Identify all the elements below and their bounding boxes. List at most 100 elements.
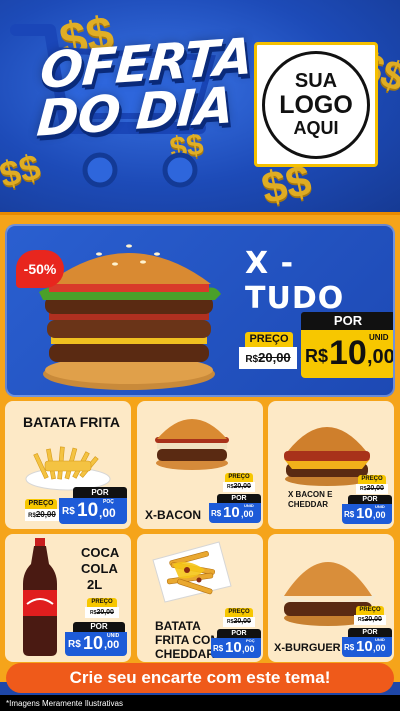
logo-text-line2: LOGO xyxy=(279,91,353,120)
unit-label: POÇ xyxy=(246,638,255,643)
new-price: R$ 10 ,00 UNID xyxy=(209,503,261,523)
logo-placeholder: SUA LOGO AQUI xyxy=(254,42,378,167)
old-price-value: 20,00 xyxy=(366,485,384,492)
preco-label: PREÇO xyxy=(356,606,384,615)
featured-price-box: PREÇO R$20,00 POR R$ 10 ,00 UNID xyxy=(239,312,395,382)
unit-label: UNID xyxy=(107,633,120,639)
old-price-value: 20,00 xyxy=(258,350,291,365)
old-price: R$20,00 xyxy=(354,615,386,625)
product-name: X-BURGUER xyxy=(274,642,341,654)
logo-text-line1: SUA xyxy=(294,70,338,93)
page-title: OFERTA DO DIA xyxy=(34,27,254,148)
product-name: BATATA FRITA xyxy=(23,414,120,430)
por-label: POR xyxy=(301,312,393,330)
preco-label: PREÇO xyxy=(358,475,386,484)
old-price: R$20,00 xyxy=(85,607,119,618)
featured-product-card: -50% X - TUDO PREÇO R$20,00 POR R$ 10 ,0… xyxy=(5,224,395,397)
por-label: POR xyxy=(73,622,125,632)
old-price: R$20,00 xyxy=(223,617,255,627)
logo-text-line3: AQUI xyxy=(293,117,339,138)
old-price-value: 20,00 xyxy=(233,483,251,490)
fries-cheddar-image xyxy=(152,541,232,603)
por-label: POR xyxy=(348,495,392,504)
old-price: R$20,00 xyxy=(223,482,255,492)
old-price-currency: R$ xyxy=(28,513,36,519)
price-box: PREÇO R$20,00 POR R$ 10 ,00 UNID xyxy=(207,471,263,527)
burger-image xyxy=(155,419,229,470)
new-price-int: 10 xyxy=(356,505,373,522)
product-name-line2: COLA xyxy=(81,561,118,576)
title-line-do-dia: DO DIA xyxy=(34,75,235,148)
preco-label: PREÇO xyxy=(87,598,117,607)
old-price-value: 20,00 xyxy=(35,510,56,519)
logo-circle: SUA LOGO AQUI xyxy=(262,50,370,159)
new-price: R$ 10 ,00 POÇ xyxy=(59,498,127,524)
old-price-currency: R$ xyxy=(245,354,259,365)
unit-label: UNID xyxy=(369,333,389,342)
preco-label: PREÇO xyxy=(225,473,253,482)
unit-label: UNID xyxy=(375,504,385,509)
new-price-dec: ,00 xyxy=(241,509,254,519)
new-price-dec: ,00 xyxy=(373,510,386,520)
old-price-value: 20,00 xyxy=(96,609,114,616)
unit-label: UNID xyxy=(244,503,254,508)
preco-label: PREÇO xyxy=(245,332,293,347)
old-price: R$20,00 xyxy=(239,347,297,369)
preco-label: PREÇO xyxy=(225,608,253,617)
old-price-value: 20,00 xyxy=(233,618,251,625)
old-price: R$20,00 xyxy=(356,484,388,494)
soda-bottle-image xyxy=(23,538,57,656)
product-card-x-bacon: X-BACON PREÇO R$20,00 POR R$ 10 ,00 UNID xyxy=(137,401,263,529)
new-price-dec: ,00 xyxy=(367,346,395,368)
new-price-currency: R$ xyxy=(344,510,355,519)
price-box: PREÇO R$20,00 POR R$ 10 ,00 UNID xyxy=(340,604,394,660)
product-card-x-bacon-cheddar: X BACON E CHEDDAR PREÇO R$20,00 POR R$ 1… xyxy=(268,401,394,529)
new-price-currency: R$ xyxy=(211,509,222,518)
por-label: POR xyxy=(73,487,127,498)
new-price-currency: R$ xyxy=(62,506,75,517)
new-price-int: 10 xyxy=(356,638,373,655)
new-price-int: 10 xyxy=(223,504,240,521)
new-price-currency: R$ xyxy=(344,643,355,652)
price-box: PREÇO R$20,00 POR R$ 10 ,00 UNID xyxy=(340,471,394,527)
unit-label: POÇ xyxy=(103,499,114,505)
new-price: R$ 10 ,00 POÇ xyxy=(211,638,261,658)
new-price-int: 10 xyxy=(329,334,367,372)
new-price-int: 10 xyxy=(83,633,104,653)
header-banner: $$ $$ $$ $$ $$ OFERTA DO DIA SUA LOGO AQ… xyxy=(0,0,400,212)
new-price-currency: R$ xyxy=(213,644,224,653)
new-price: R$ 10 ,00 UNID xyxy=(301,330,395,378)
new-price-dec: ,00 xyxy=(104,639,120,651)
product-name-line3: CHEDDAR xyxy=(155,647,215,661)
product-card-x-burguer: X-BURGUER PREÇO R$20,00 POR R$ 10 ,00 UN… xyxy=(268,534,394,662)
price-box: PREÇO R$20,00 POR R$ 10 ,00 UNID xyxy=(61,596,131,660)
new-price-int: 10 xyxy=(77,500,99,521)
new-price: R$ 10 ,00 UNID xyxy=(342,637,392,657)
new-price: R$ 10 ,00 UNID xyxy=(65,632,127,656)
product-card-coca-cola: COCA COLA 2L PREÇO R$20,00 POR R$ 10 ,00… xyxy=(5,534,131,662)
price-box: POR PREÇO R$20,00 R$ 10 ,00 POÇ xyxy=(25,485,129,527)
price-box: PREÇO R$20,00 POR R$ 10 ,00 POÇ xyxy=(209,604,263,660)
new-price: R$ 10 ,00 UNID xyxy=(342,504,392,524)
new-price-dec: ,00 xyxy=(373,643,386,653)
unit-label: UNID xyxy=(375,637,385,642)
old-price-value: 20,00 xyxy=(364,616,382,623)
product-name-line1: X BACON E xyxy=(288,490,333,499)
featured-product-name: X - TUDO xyxy=(245,246,345,316)
por-label: POR xyxy=(217,629,261,638)
new-price-dec: ,00 xyxy=(99,506,116,520)
offers-panel: -50% X - TUDO PREÇO R$20,00 POR R$ 10 ,0… xyxy=(0,212,400,682)
new-price-currency: R$ xyxy=(68,639,81,650)
product-name-line2: CHEDDAR xyxy=(288,500,328,509)
product-card-batata-cheddar: BATATA FRITA COM CHEDDAR PREÇO R$20,00 P… xyxy=(137,534,263,662)
product-card-batata-frita: BATATA FRITA POR PREÇO R$20,00 R$ 10 ,00… xyxy=(5,401,131,529)
discount-badge: -50% xyxy=(16,250,64,288)
new-price-dec: ,00 xyxy=(242,644,255,654)
product-name: X-BACON xyxy=(145,508,201,522)
fries-image xyxy=(25,446,111,491)
product-name-line3: 2L xyxy=(87,577,103,592)
por-label: POR xyxy=(348,628,392,637)
product-name-line1: BATATA xyxy=(155,619,201,633)
create-flyer-button[interactable]: Crie seu encarte com este tema! xyxy=(6,663,394,693)
por-label: POR xyxy=(217,494,261,503)
